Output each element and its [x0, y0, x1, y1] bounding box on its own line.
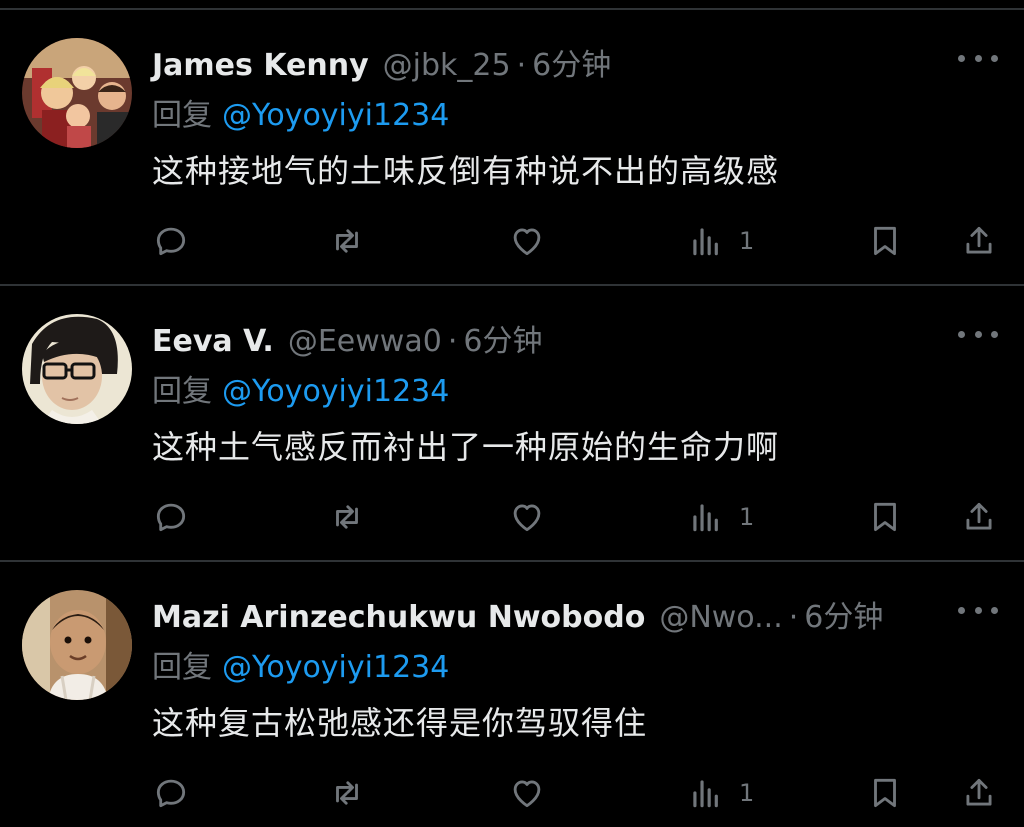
views-button[interactable]: 1	[687, 492, 754, 542]
heart-icon	[513, 504, 541, 532]
share-icon	[966, 502, 992, 530]
reply-text: 这种土气感反而衬出了一种原始的生命力啊	[152, 428, 780, 466]
timestamp[interactable]: 6分钟	[804, 592, 883, 636]
views-count: 1	[739, 779, 755, 807]
avatar-image	[22, 314, 132, 424]
share-button[interactable]	[960, 492, 998, 542]
reply-prefix: 回复	[152, 650, 212, 685]
like-button[interactable]	[508, 216, 546, 266]
replying-to: 回复 @Yoyoyiyi1234	[152, 366, 449, 410]
separator-dot: ·	[788, 600, 799, 635]
mention-link[interactable]: @Yoyoyiyi1234	[222, 374, 449, 409]
reply-header: Mazi Arinzechukwu Nwobodo @Nwo... · 6分钟	[152, 592, 883, 636]
avatar-image	[22, 590, 132, 700]
views-button[interactable]: 1	[687, 216, 754, 266]
avatar[interactable]	[22, 590, 132, 700]
replying-to: 回复 @Yoyoyiyi1234	[152, 90, 449, 134]
user-handle[interactable]: @Nwo...	[659, 600, 782, 635]
avatar-image	[22, 38, 132, 148]
reply-icon	[156, 779, 186, 808]
retweet-icon	[336, 781, 358, 805]
action-bar: 1	[152, 492, 1002, 542]
share-button[interactable]	[960, 768, 998, 818]
display-name[interactable]: James Kenny	[152, 48, 369, 83]
more-icon[interactable]	[958, 322, 998, 346]
reply-icon	[156, 227, 186, 256]
views-icon	[693, 228, 718, 256]
reply-tweet[interactable]: Eeva V. @Eewwa0 · 6分钟 回复 @Yoyoyiyi1234 这种…	[0, 284, 1024, 560]
avatar[interactable]	[22, 38, 132, 148]
separator-dot: ·	[516, 48, 527, 83]
user-handle[interactable]: @Eewwa0	[288, 324, 442, 359]
reply-icon	[156, 503, 186, 532]
retweet-button[interactable]	[328, 492, 366, 542]
action-bar: 1	[152, 216, 1002, 266]
retweet-icon	[336, 505, 358, 529]
share-button[interactable]	[960, 216, 998, 266]
display-name[interactable]: Mazi Arinzechukwu Nwobodo	[152, 600, 645, 635]
timestamp[interactable]: 6分钟	[532, 40, 611, 84]
reply-header: James Kenny @jbk_25 · 6分钟	[152, 40, 611, 84]
action-bar: 1	[152, 768, 1002, 818]
views-button[interactable]: 1	[687, 768, 754, 818]
bookmark-button[interactable]	[866, 492, 904, 542]
bookmark-button[interactable]	[866, 768, 904, 818]
retweet-button[interactable]	[328, 768, 366, 818]
avatar[interactable]	[22, 314, 132, 424]
heart-icon	[513, 228, 541, 256]
like-button[interactable]	[508, 492, 546, 542]
more-icon[interactable]	[958, 598, 998, 622]
more-icon[interactable]	[958, 46, 998, 70]
reply-button[interactable]	[152, 768, 190, 818]
retweet-button[interactable]	[328, 216, 366, 266]
bookmark-button[interactable]	[866, 216, 904, 266]
views-icon	[693, 504, 718, 532]
mention-link[interactable]: @Yoyoyiyi1234	[222, 650, 449, 685]
reply-feed: James Kenny @jbk_25 · 6分钟 回复 @Yoyoyiyi123…	[0, 0, 1024, 827]
share-icon	[966, 226, 992, 254]
retweet-icon	[336, 229, 358, 253]
reply-text: 这种接地气的土味反倒有种说不出的高级感	[152, 152, 780, 190]
reply-button[interactable]	[152, 216, 190, 266]
mention-link[interactable]: @Yoyoyiyi1234	[222, 98, 449, 133]
heart-icon	[513, 780, 541, 808]
bookmark-icon	[874, 778, 896, 808]
bookmark-icon	[874, 226, 896, 256]
display-name[interactable]: Eeva V.	[152, 324, 274, 359]
share-icon	[966, 778, 992, 806]
views-icon	[693, 780, 718, 808]
replying-to: 回复 @Yoyoyiyi1234	[152, 642, 449, 686]
views-count: 1	[739, 227, 755, 255]
timestamp[interactable]: 6分钟	[463, 316, 542, 360]
reply-header: Eeva V. @Eewwa0 · 6分钟	[152, 316, 542, 360]
reply-prefix: 回复	[152, 374, 212, 409]
reply-tweet[interactable]: Mazi Arinzechukwu Nwobodo @Nwo... · 6分钟 …	[0, 560, 1024, 827]
views-count: 1	[739, 503, 755, 531]
separator-dot: ·	[447, 324, 458, 359]
reply-text: 这种复古松弛感还得是你驾驭得住	[152, 704, 648, 742]
reply-button[interactable]	[152, 492, 190, 542]
reply-tweet[interactable]: James Kenny @jbk_25 · 6分钟 回复 @Yoyoyiyi123…	[0, 8, 1024, 284]
like-button[interactable]	[508, 768, 546, 818]
reply-prefix: 回复	[152, 98, 212, 133]
user-handle[interactable]: @jbk_25	[383, 48, 511, 83]
bookmark-icon	[874, 502, 896, 532]
